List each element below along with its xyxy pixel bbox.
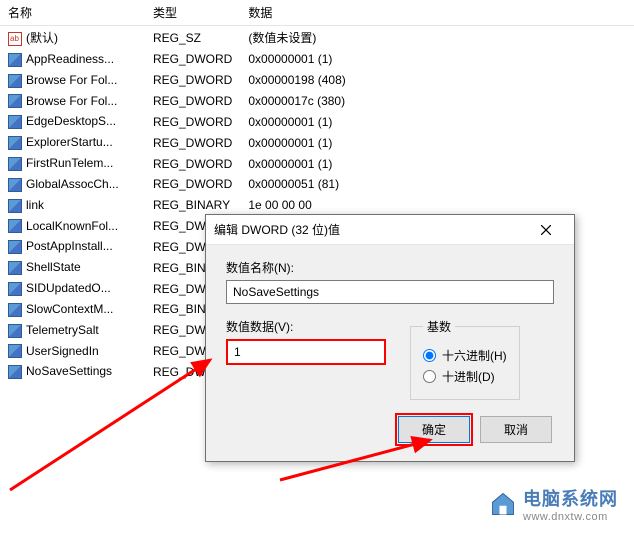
radix-group: 基数 十六进制(H) 十进制(D) (410, 318, 520, 400)
edit-dword-dialog: 编辑 DWORD (32 位)值 数值名称(N): 数值数据(V): 基数 十六… (205, 214, 575, 462)
value-type: REG_DWORD (145, 91, 240, 112)
radix-hex-option[interactable]: 十六进制(H) (423, 347, 507, 364)
value-name: PostAppInstall... (26, 239, 113, 253)
value-data: 0x00000051 (81) (240, 174, 634, 195)
table-row[interactable]: EdgeDesktopS... REG_DWORD0x00000001 (1) (0, 111, 634, 132)
watermark-url: www.dnxtw.com (523, 511, 618, 523)
value-name: FirstRunTelem... (26, 156, 113, 170)
table-row[interactable]: (默认) REG_SZ(数值未设置) (0, 26, 634, 50)
table-row[interactable]: Browse For Fol... REG_DWORD0x0000017c (38… (0, 91, 634, 112)
table-row[interactable]: link REG_BINARY1e 00 00 00 (0, 195, 634, 216)
binary-value-icon (8, 240, 22, 254)
binary-value-icon (8, 199, 22, 213)
value-name: (默认) (26, 31, 58, 45)
watermark: 电脑系统网 www.dnxtw.com (489, 485, 618, 523)
table-row[interactable]: AppReadiness... REG_DWORD0x00000001 (1) (0, 49, 634, 70)
cancel-button[interactable]: 取消 (480, 416, 552, 443)
binary-value-icon (8, 115, 22, 129)
close-button[interactable] (526, 218, 566, 242)
binary-value-icon (8, 53, 22, 67)
value-data: 0x00000001 (1) (240, 111, 634, 132)
binary-value-icon (8, 178, 22, 192)
value-name: ShellState (26, 260, 81, 274)
value-type: REG_BINARY (145, 195, 240, 216)
radix-hex-label: 十六进制(H) (442, 347, 507, 364)
table-row[interactable]: FirstRunTelem... REG_DWORD0x00000001 (1) (0, 153, 634, 174)
radix-dec-radio[interactable] (423, 370, 436, 383)
value-data: 0x00000001 (1) (240, 49, 634, 70)
value-name-input[interactable] (226, 280, 554, 304)
radix-legend: 基数 (423, 318, 455, 335)
value-name: ExplorerStartu... (26, 135, 113, 149)
radix-dec-option[interactable]: 十进制(D) (423, 368, 507, 385)
value-data: 0x00000001 (1) (240, 153, 634, 174)
value-name: AppReadiness... (26, 52, 114, 66)
dialog-title-text: 编辑 DWORD (32 位)值 (214, 215, 340, 245)
table-row[interactable]: Browse For Fol... REG_DWORD0x00000198 (40… (0, 70, 634, 91)
value-name: TelemetrySalt (26, 323, 99, 337)
value-data: 0x00000001 (1) (240, 132, 634, 153)
value-name: GlobalAssocCh... (26, 177, 119, 191)
binary-value-icon (8, 303, 22, 317)
value-type: REG_DWORD (145, 70, 240, 91)
value-data-input[interactable] (226, 339, 386, 365)
column-data[interactable]: 数据 (240, 0, 634, 26)
string-value-icon (8, 32, 22, 46)
value-name: EdgeDesktopS... (26, 114, 116, 128)
column-name[interactable]: 名称 (0, 0, 145, 26)
table-row[interactable]: GlobalAssocCh... REG_DWORD0x00000051 (81) (0, 174, 634, 195)
binary-value-icon (8, 365, 22, 379)
value-data: 1e 00 00 00 (240, 195, 634, 216)
value-type: REG_DWORD (145, 153, 240, 174)
value-type: REG_DWORD (145, 49, 240, 70)
value-name: Browse For Fol... (26, 94, 117, 108)
value-type: REG_DWORD (145, 174, 240, 195)
radix-hex-radio[interactable] (423, 349, 436, 362)
binary-value-icon (8, 136, 22, 150)
binary-value-icon (8, 324, 22, 338)
ok-button[interactable]: 确定 (398, 416, 470, 443)
binary-value-icon (8, 282, 22, 296)
value-type: REG_DWORD (145, 132, 240, 153)
value-name: link (26, 198, 44, 212)
value-name: SIDUpdatedO... (26, 281, 111, 295)
value-data: (数值未设置) (240, 26, 634, 50)
binary-value-icon (8, 344, 22, 358)
value-type: REG_SZ (145, 26, 240, 50)
value-name: Browse For Fol... (26, 73, 117, 87)
value-data-label: 数值数据(V): (226, 318, 386, 335)
binary-value-icon (8, 94, 22, 108)
radix-dec-label: 十进制(D) (442, 368, 495, 385)
value-data: 0x00000198 (408) (240, 70, 634, 91)
value-name: NoSaveSettings (26, 364, 112, 378)
table-row[interactable]: ExplorerStartu... REG_DWORD0x00000001 (1) (0, 132, 634, 153)
binary-value-icon (8, 261, 22, 275)
binary-value-icon (8, 157, 22, 171)
dialog-titlebar: 编辑 DWORD (32 位)值 (206, 215, 574, 245)
value-name: LocalKnownFol... (26, 219, 118, 233)
value-type: REG_DWORD (145, 111, 240, 132)
value-data: 0x0000017c (380) (240, 91, 634, 112)
value-name: SlowContextM... (26, 302, 113, 316)
watermark-text: 电脑系统网 (523, 485, 618, 511)
binary-value-icon (8, 219, 22, 233)
binary-value-icon (8, 74, 22, 88)
house-icon (489, 490, 517, 518)
value-name-label: 数值名称(N): (226, 259, 554, 276)
column-type[interactable]: 类型 (145, 0, 240, 26)
value-name: UserSignedIn (26, 344, 99, 358)
close-icon (541, 225, 551, 235)
